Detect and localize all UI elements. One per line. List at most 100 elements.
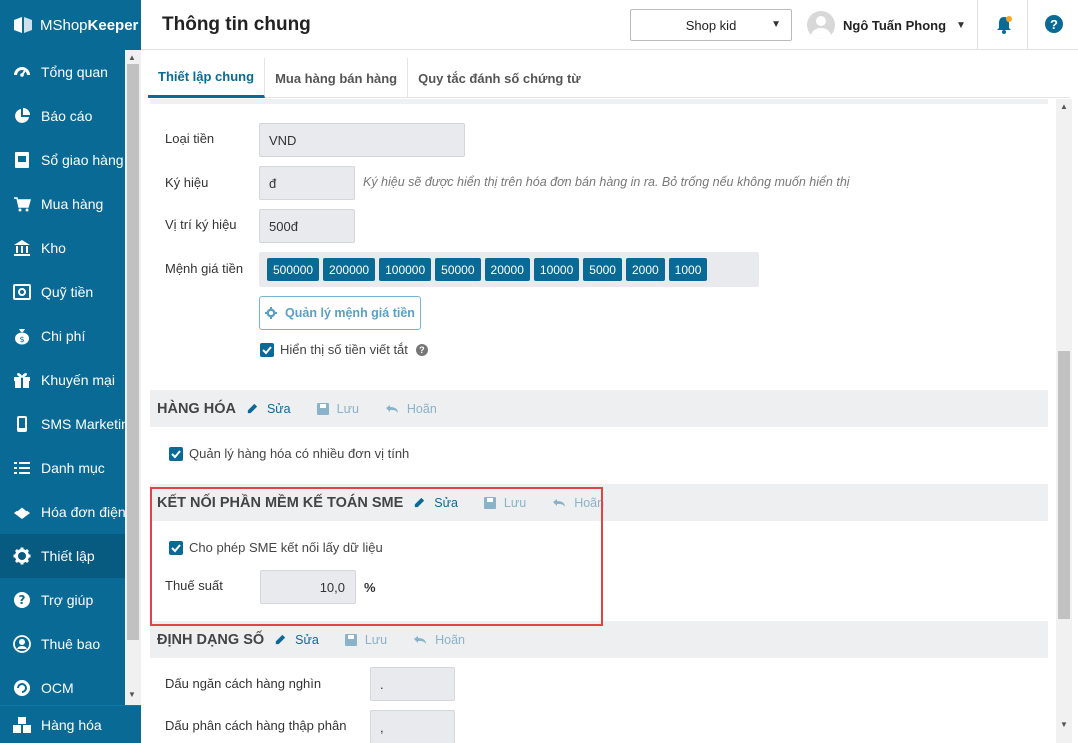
cancel-button[interactable]: Hoãn: [385, 402, 437, 416]
shop-select-value: Shop kid: [685, 17, 737, 33]
notification-button[interactable]: [994, 15, 1014, 38]
denomination-tag[interactable]: 2000: [625, 258, 665, 281]
denomination-tag[interactable]: 20000: [484, 258, 530, 281]
chevron-down-icon: ▼: [956, 19, 966, 31]
save-button[interactable]: Lưu: [316, 401, 359, 416]
multi-unit-checkbox[interactable]: Quản lý hàng hóa có nhiều đơn vị tính: [169, 446, 409, 461]
manage-denomination-label: Quản lý mệnh giá tiền: [285, 306, 415, 320]
sidebar-item-label: Báo cáo: [41, 108, 93, 124]
sidebar-item-thue-bao[interactable]: Thuê bao: [0, 622, 125, 666]
sidebar-item-danh-muc[interactable]: Danh mục: [0, 446, 125, 490]
section-title: KẾT NỐI PHẦN MỀM KẾ TOÁN SME: [157, 494, 404, 511]
sidebar-item-mua-hang[interactable]: Mua hàng: [0, 182, 125, 226]
save-label: Lưu: [336, 401, 359, 416]
dashboard-icon: [12, 62, 32, 82]
tab-quy-tac-danh-so[interactable]: Quy tắc đánh số chứng từ: [408, 58, 591, 98]
cancel-button[interactable]: Hoãn: [552, 496, 604, 510]
sidebar-scroll-thumb[interactable]: [127, 64, 139, 640]
avatar: [807, 11, 835, 39]
sidebar-item-label: Trợ giúp: [41, 592, 94, 608]
ocm-icon: [12, 678, 32, 698]
scroll-up-icon[interactable]: ▲: [128, 53, 136, 62]
short-amount-checkbox[interactable]: Hiển thị số tiền viết tắt ?: [260, 342, 428, 357]
edit-button[interactable]: Sửa: [274, 633, 319, 647]
denomination-tag[interactable]: 50000: [435, 258, 481, 281]
denomination-tag[interactable]: 1000: [668, 258, 708, 281]
save-button[interactable]: Lưu: [344, 633, 387, 647]
manage-denomination-button[interactable]: Quản lý mệnh giá tiền: [259, 296, 421, 330]
help-button[interactable]: ?: [1045, 15, 1063, 33]
scroll-up-icon[interactable]: ▲: [1060, 102, 1068, 111]
multi-unit-label: Quản lý hàng hóa có nhiều đơn vị tính: [189, 446, 410, 461]
scroll-down-icon[interactable]: ▼: [1060, 720, 1068, 729]
pencil-icon: [276, 634, 286, 645]
user-menu[interactable]: Ngô Tuấn Phong ▼: [807, 11, 966, 39]
sidebar-item-chi-phi[interactable]: $ Chi phí: [0, 314, 125, 358]
content-scroll-thumb[interactable]: [1058, 351, 1070, 619]
symbol-position-label: Vị trí ký hiệu: [165, 217, 237, 232]
sidebar-item-hoa-don-dien-tu[interactable]: Hóa đơn điện tử: [0, 490, 125, 534]
symbol-field[interactable]: đ: [259, 166, 355, 200]
sidebar-item-hang-hoa[interactable]: Hàng hóa: [0, 705, 141, 743]
sidebar-item-tong-quan[interactable]: Tổng quan: [0, 50, 125, 94]
delivery-book-icon: [12, 150, 32, 170]
sidebar-item-tro-giup[interactable]: ? Trợ giúp: [0, 578, 125, 622]
floppy-icon: [344, 633, 357, 646]
sidebar-item-ocm[interactable]: OCM: [0, 666, 125, 705]
denomination-tag[interactable]: 200000: [323, 258, 376, 281]
sidebar-item-label: Kho: [41, 240, 66, 256]
sidebar-item-bao-cao[interactable]: Báo cáo: [0, 94, 125, 138]
sidebar-item-label: Thuê bao: [41, 636, 101, 652]
sidebar-item-kho[interactable]: Kho: [0, 226, 125, 270]
denomination-tag[interactable]: 5000: [583, 258, 622, 281]
user-icon: [12, 634, 32, 654]
symbol-position-value: 500đ: [269, 218, 298, 234]
checkmark-icon: [169, 540, 183, 555]
symbol-position-field[interactable]: 500đ: [259, 209, 355, 243]
tax-rate-field[interactable]: 10,0: [260, 570, 356, 604]
denomination-tag[interactable]: 100000: [379, 258, 432, 281]
thousand-separator-label: Dấu ngăn cách hàng nghìn: [165, 676, 322, 691]
tab-thiet-lap-chung[interactable]: Thiết lập chung: [148, 58, 266, 98]
currency-type-field[interactable]: VND: [259, 123, 465, 157]
help-icon: ?: [12, 590, 32, 610]
sidebar-scrollbar[interactable]: ▲ ▼: [125, 50, 141, 705]
thousand-separator-field[interactable]: .: [370, 667, 455, 701]
undo-icon: [553, 498, 566, 507]
boxes-icon: [12, 715, 32, 735]
shop-select[interactable]: Shop kid ▼: [630, 9, 792, 41]
sidebar-item-thiet-lap[interactable]: Thiết lập: [0, 534, 125, 578]
brand[interactable]: MShopKeeper: [0, 0, 141, 50]
sidebar: MShopKeeper Tổng quan Báo cáo Sổ giao hà…: [0, 0, 141, 743]
settings-content: Loại tiền VND Ký hiệu đ Ký hiệu sẽ được …: [148, 99, 1056, 743]
sidebar-item-sms-marketing[interactable]: SMS Marketing: [0, 402, 125, 446]
denomination-tag[interactable]: 500000: [267, 258, 320, 281]
warehouse-icon: [12, 238, 32, 258]
scroll-down-icon[interactable]: ▼: [128, 690, 136, 699]
sidebar-item-label: Khuyến mại: [41, 372, 115, 388]
denomination-tag[interactable]: 10000: [533, 258, 580, 281]
edit-button[interactable]: Sửa: [413, 496, 458, 510]
sidebar-item-label: Mua hàng: [41, 196, 104, 212]
cancel-label: Hoãn: [435, 632, 465, 647]
tab-mua-hang-ban-hang[interactable]: Mua hàng bán hàng: [265, 58, 409, 98]
sidebar-item-label: Chi phí: [41, 328, 86, 344]
sidebar-item-khuyen-mai[interactable]: Khuyến mại: [0, 358, 125, 402]
sidebar-item-label: Hàng hóa: [41, 716, 102, 733]
brand-name: MShopKeeper: [40, 16, 139, 34]
sme-allow-checkbox[interactable]: Cho phép SME kết nối lấy dữ liệu: [169, 540, 383, 555]
decimal-separator-field[interactable]: ,: [370, 710, 455, 743]
denomination-list: 500000 200000 100000 50000 20000 10000 5…: [259, 252, 759, 287]
denomination-label: Mệnh giá tiền: [165, 261, 244, 276]
content-scrollbar[interactable]: ▲ ▼: [1056, 99, 1072, 743]
sme-allow-label: Cho phép SME kết nối lấy dữ liệu: [189, 540, 383, 555]
sidebar-item-quy-tien[interactable]: Quỹ tiền: [0, 270, 125, 314]
checkmark-icon: [260, 342, 274, 357]
gift-icon: [12, 370, 32, 390]
help-tooltip-icon[interactable]: ?: [415, 343, 428, 356]
cancel-button[interactable]: Hoãn: [413, 633, 465, 647]
edit-button[interactable]: Sửa: [246, 402, 291, 416]
sidebar-item-so-giao-hang[interactable]: Sổ giao hàng: [0, 138, 125, 182]
save-button[interactable]: Lưu: [483, 496, 526, 510]
header-divider: [1027, 0, 1028, 50]
